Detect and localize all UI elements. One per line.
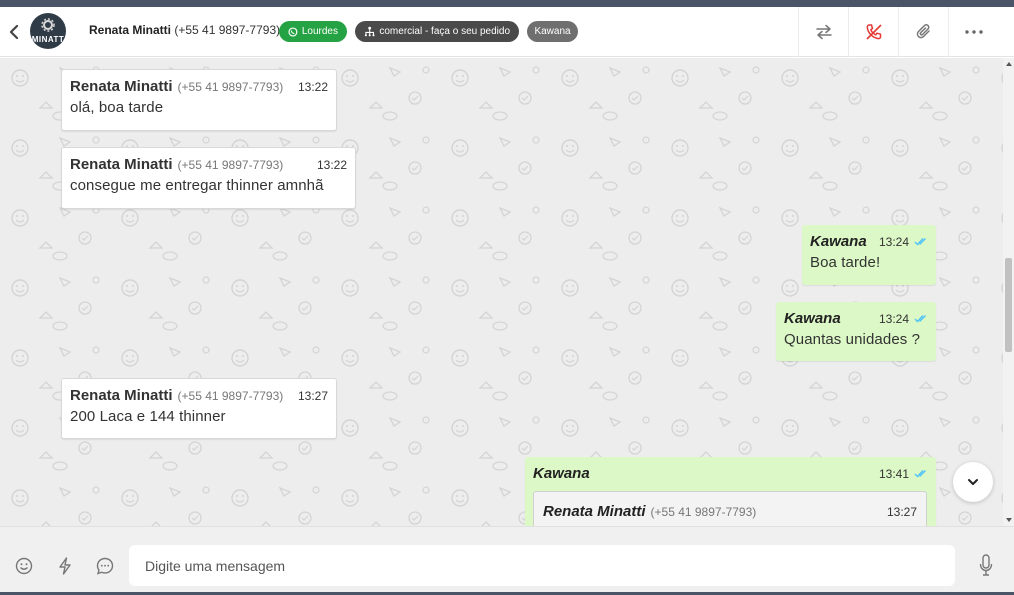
emoji-icon[interactable] bbox=[13, 555, 35, 577]
more-icon[interactable] bbox=[961, 19, 987, 45]
message-text: 200 Laca e 144 thinner bbox=[70, 408, 226, 425]
contact-name: Renata Minatti bbox=[89, 23, 172, 37]
attach-icon[interactable] bbox=[911, 19, 937, 45]
message-time: 13:24 bbox=[878, 312, 909, 326]
message-incoming[interactable]: Renata Minatti (+55 41 9897-7793) 13:22 … bbox=[61, 69, 337, 131]
message-outgoing[interactable]: Kawana 13:41 Renata Minatti (+55 41 9897… bbox=[525, 457, 936, 526]
message-outgoing[interactable]: Kawana 13:24 Quantas unidades ? bbox=[776, 302, 936, 361]
read-ticks-icon bbox=[914, 237, 928, 246]
message-sender: Kawana bbox=[533, 465, 590, 482]
message-text: olá, boa tarde bbox=[70, 99, 164, 116]
scrollbar-thumb[interactable] bbox=[1005, 258, 1012, 352]
message-text: Boa tarde! bbox=[810, 254, 881, 271]
message-incoming[interactable]: Renata Minatti (+55 41 9897-7793) 13:27 … bbox=[61, 378, 337, 439]
header-divider bbox=[798, 7, 799, 57]
message-incoming[interactable]: Renata Minatti (+55 41 9897-7793) 13:22 … bbox=[61, 147, 356, 209]
header-divider bbox=[848, 7, 849, 57]
message-sender: Renata Minatti bbox=[70, 387, 173, 404]
whatsapp-tag-label: Lourdes bbox=[301, 26, 338, 37]
message-time: 13:22 bbox=[316, 158, 347, 172]
message-outgoing[interactable]: Kawana 13:24 Boa tarde! bbox=[802, 225, 936, 285]
message-time: 13:24 bbox=[878, 235, 909, 249]
header-divider bbox=[898, 7, 899, 57]
message-sender-phone: (+55 41 9897-7793) bbox=[177, 158, 284, 172]
agent-tag-label: Kawana bbox=[534, 26, 571, 37]
message-input[interactable] bbox=[129, 545, 955, 586]
message-sender-phone: (+55 41 9897-7793) bbox=[177, 80, 284, 94]
back-icon[interactable] bbox=[6, 21, 22, 43]
queue-tag[interactable]: comercial - faça o seu pedido bbox=[355, 21, 519, 42]
chevron-down-icon bbox=[968, 479, 978, 485]
end-call-icon[interactable] bbox=[861, 19, 887, 45]
whatsapp-icon bbox=[288, 26, 298, 37]
agent-tag[interactable]: Kawana bbox=[527, 21, 578, 42]
avatar-text: MINATT bbox=[31, 34, 65, 44]
message-sender: Renata Minatti bbox=[70, 78, 173, 95]
quoted-sender: Renata Minatti bbox=[543, 503, 646, 520]
message-time: 13:27 bbox=[297, 389, 328, 403]
message-sender: Renata Minatti bbox=[70, 156, 173, 173]
message-sender: Kawana bbox=[784, 310, 841, 327]
queue-tag-label: comercial - faça o seu pedido bbox=[379, 26, 510, 37]
chat-icon[interactable] bbox=[94, 555, 116, 577]
message-time: 13:22 bbox=[297, 80, 328, 94]
whatsapp-connection-tag[interactable]: Lourdes bbox=[279, 21, 347, 42]
avatar[interactable]: MINATT bbox=[30, 13, 66, 49]
message-time: 13:41 bbox=[878, 467, 909, 481]
queue-icon bbox=[364, 26, 375, 37]
message-sender-phone: (+55 41 9897-7793) bbox=[177, 389, 284, 403]
scroll-up-arrow-icon[interactable] bbox=[1006, 62, 1012, 66]
quoted-message[interactable]: Renata Minatti (+55 41 9897-7793) 13:27 bbox=[533, 491, 927, 526]
quoted-time: 13:27 bbox=[886, 505, 917, 519]
read-ticks-icon bbox=[914, 469, 928, 478]
message-composer bbox=[0, 526, 1014, 595]
scroll-to-bottom-button[interactable] bbox=[953, 462, 993, 502]
message-text: Quantas unidades ? bbox=[784, 331, 921, 348]
quick-reply-icon[interactable] bbox=[54, 555, 76, 577]
chat-header: MINATT Renata Minatti (+55 41 9897-7793)… bbox=[0, 7, 1014, 57]
chat-scrollbar[interactable] bbox=[1003, 58, 1014, 526]
message-sender: Kawana bbox=[810, 233, 867, 250]
contact-info[interactable]: Renata Minatti (+55 41 9897-7793) bbox=[89, 23, 280, 37]
quoted-sender-phone: (+55 41 9897-7793) bbox=[650, 505, 757, 519]
browser-top-bar bbox=[0, 0, 1014, 7]
scroll-down-arrow-icon[interactable] bbox=[1006, 518, 1012, 522]
microphone-icon[interactable] bbox=[975, 554, 997, 577]
header-divider bbox=[948, 7, 949, 57]
message-list[interactable]: Renata Minatti (+55 41 9897-7793) 13:22 … bbox=[0, 58, 1003, 526]
contact-phone: (+55 41 9897-7793) bbox=[174, 23, 281, 37]
transfer-icon[interactable] bbox=[811, 19, 837, 45]
message-text: consegue me entregar thinner amnhã bbox=[70, 177, 324, 194]
read-ticks-icon bbox=[914, 314, 928, 323]
